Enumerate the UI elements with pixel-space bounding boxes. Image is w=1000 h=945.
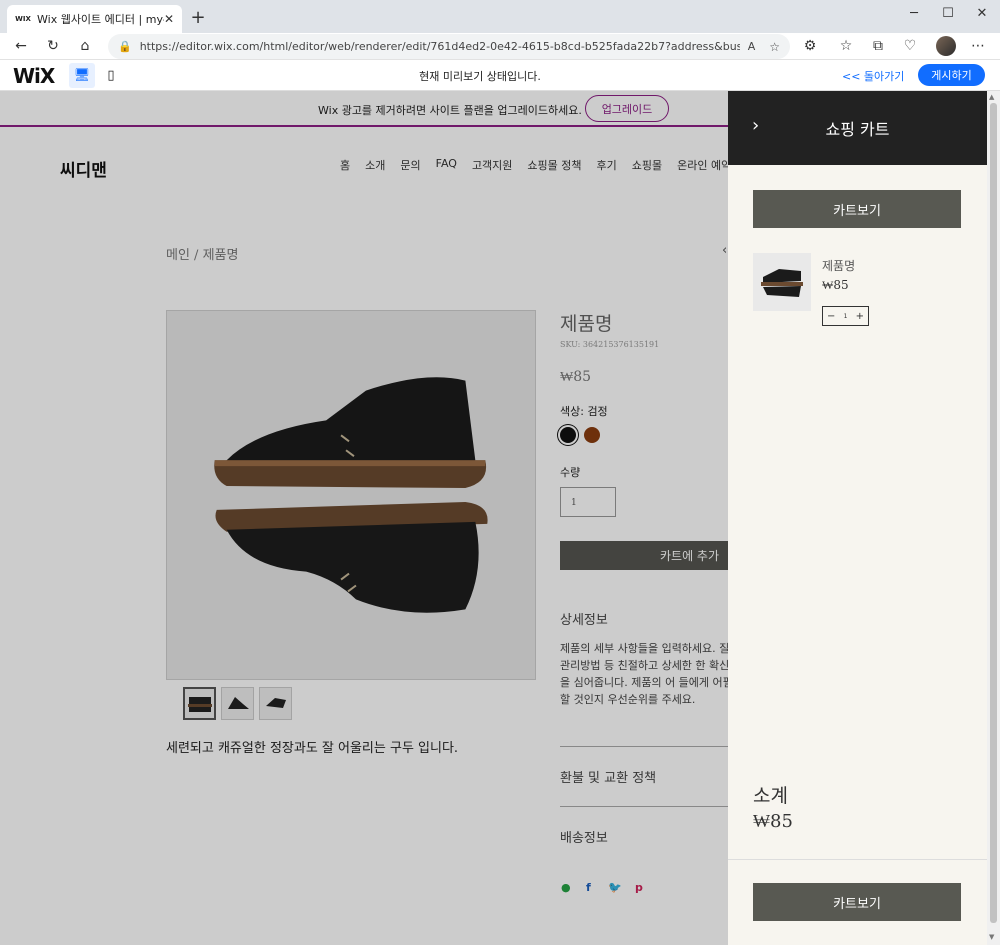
wix-favicon-icon: WIX <box>15 15 31 23</box>
scroll-down-icon[interactable]: ▼ <box>989 933 994 941</box>
cart-quantity-value[interactable]: 1 <box>844 313 848 320</box>
maximize-icon[interactable]: ☐ <box>938 6 958 21</box>
browser-tab[interactable]: WIX Wix 웹사이트 에디터 | my-site ✕ <box>7 5 182 33</box>
subtotal-value: ₩85 <box>753 811 793 832</box>
decrement-button[interactable]: − <box>827 311 835 322</box>
read-aloud-icon[interactable]: A <box>748 40 756 53</box>
scroll-up-icon[interactable]: ▲ <box>989 93 994 101</box>
more-menu-icon[interactable]: ⋯ <box>968 36 988 56</box>
browser-tab-strip: WIX Wix 웹사이트 에디터 | my-site ✕ + ─ ☐ ✕ <box>0 0 1000 33</box>
reload-icon[interactable]: ↻ <box>43 36 63 56</box>
cart-item-price: ₩85 <box>822 278 849 292</box>
publish-button[interactable]: 게시하기 <box>918 64 985 86</box>
browser-toolbar: ← ↻ ⌂ 🔒 https://editor.wix.com/html/edit… <box>0 33 1000 60</box>
shoe-thumb-icon <box>761 269 803 297</box>
profile-avatar[interactable] <box>936 36 956 56</box>
browser-essentials-icon[interactable]: ♡ <box>900 36 920 56</box>
cart-item-name[interactable]: 제품명 <box>822 257 855 274</box>
minimize-icon[interactable]: ─ <box>904 6 924 21</box>
cart-quantity-stepper: − 1 + <box>822 306 869 326</box>
divider <box>728 859 987 860</box>
close-window-icon[interactable]: ✕ <box>972 6 992 21</box>
url-text: https://editor.wix.com/html/editor/web/r… <box>139 40 740 53</box>
back-to-editor-link[interactable]: << 돌아가기 <box>842 68 904 84</box>
increment-button[interactable]: + <box>856 311 864 322</box>
extensions-icon[interactable]: ⚙ <box>800 36 820 56</box>
address-bar[interactable]: 🔒 https://editor.wix.com/html/editor/web… <box>108 34 790 59</box>
back-icon[interactable]: ← <box>11 36 31 56</box>
cart-item-image[interactable] <box>753 253 811 311</box>
view-cart-button-bottom[interactable]: 카트보기 <box>753 883 961 921</box>
lock-icon: 🔒 <box>118 40 132 53</box>
cart-panel: › 쇼핑 카트 카트보기 제품명 ₩85 − 1 + 소계 ₩85 카트보기 <box>728 91 987 945</box>
collections-icon[interactable]: ⧉ <box>868 36 888 56</box>
favorite-star-icon[interactable]: ☆ <box>769 40 780 54</box>
close-tab-icon[interactable]: ✕ <box>164 12 174 26</box>
new-tab-icon[interactable]: + <box>188 7 208 28</box>
page-scrollbar[interactable]: ▲ ▼ <box>987 91 1000 945</box>
subtotal-label: 소계 <box>753 785 788 807</box>
preview-notice: 현재 미리보기 상태입니다. <box>419 70 541 83</box>
scrollbar-thumb[interactable] <box>990 103 997 923</box>
favorites-icon[interactable]: ☆ <box>836 36 856 56</box>
home-icon[interactable]: ⌂ <box>75 36 95 56</box>
tab-title: Wix 웹사이트 에디터 | my-site <box>37 13 164 26</box>
view-cart-button-top[interactable]: 카트보기 <box>753 190 961 228</box>
wix-preview-bar: WiX 🖥 ▯ 현재 미리보기 상태입니다. << 돌아가기 게시하기 <box>0 60 1000 91</box>
cart-header: › 쇼핑 카트 <box>728 91 987 165</box>
cart-title: 쇼핑 카트 <box>825 120 890 139</box>
